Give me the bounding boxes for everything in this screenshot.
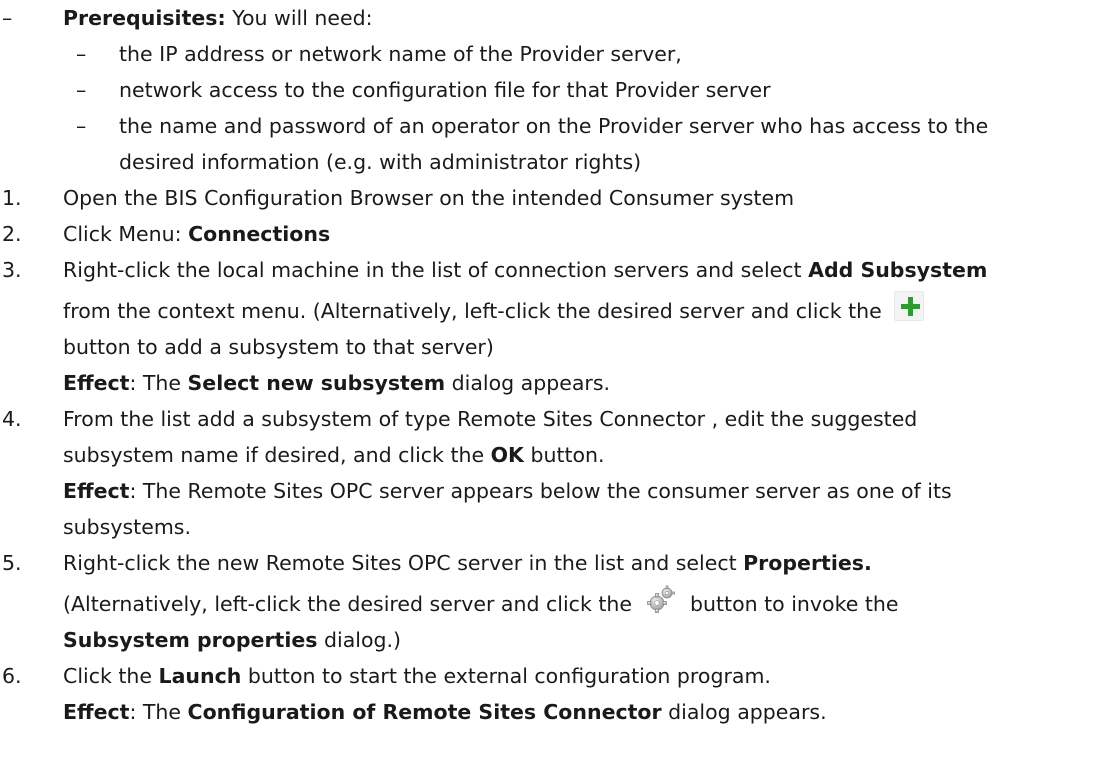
effect-text: : The Remote Sites OPC server appears be… bbox=[129, 479, 952, 503]
step-number: 2. bbox=[2, 222, 22, 246]
step-number: 6. bbox=[2, 664, 22, 688]
dialog-name: Configuration of Remote Sites Connector bbox=[187, 700, 662, 724]
properties-label: Properties. bbox=[743, 551, 872, 575]
step-text: subsystem name if desired, and click the bbox=[63, 443, 491, 467]
step-text: (Alternatively, left-click the desired s… bbox=[63, 592, 632, 616]
dialog-name: Subsystem properties bbox=[63, 628, 318, 652]
ok-label: OK bbox=[490, 443, 524, 467]
menu-connections: Connections bbox=[188, 222, 331, 246]
effect-label: Effect bbox=[63, 700, 130, 724]
step-text: Click Menu: bbox=[63, 222, 189, 246]
step-number: 5. bbox=[2, 551, 22, 575]
prerequisite-text: desired information (e.g. with administr… bbox=[119, 150, 642, 174]
gear-icon bbox=[646, 584, 676, 614]
prerequisite-text: the IP address or network name of the Pr… bbox=[119, 42, 682, 66]
step-number: 4. bbox=[2, 407, 22, 431]
effect-label: Effect bbox=[63, 371, 130, 395]
prerequisites-label: Prerequisites: bbox=[63, 6, 226, 30]
list-marker: – bbox=[76, 78, 87, 102]
effect-label: Effect bbox=[63, 479, 130, 503]
list-marker: – bbox=[76, 42, 87, 66]
launch-label: Launch bbox=[158, 664, 242, 688]
document-page: – Prerequisites: You will need: – the IP… bbox=[0, 0, 1110, 763]
list-marker: – bbox=[2, 6, 13, 30]
step-number: 3. bbox=[2, 258, 22, 282]
list-marker: – bbox=[76, 114, 87, 138]
prerequisite-text: network access to the configuration file… bbox=[119, 78, 771, 102]
add-subsystem-label: Add Subsystem bbox=[808, 258, 988, 282]
step-text: Right-click the new Remote Sites OPC ser… bbox=[63, 551, 744, 575]
step-text: Right-click the local machine in the lis… bbox=[63, 258, 809, 282]
step-text: Open the BIS Configuration Browser on th… bbox=[63, 186, 795, 210]
step-number: 1. bbox=[2, 186, 22, 210]
step-text: subsystems. bbox=[63, 515, 191, 539]
prerequisite-text: the name and password of an operator on … bbox=[119, 114, 989, 138]
plus-icon bbox=[893, 291, 924, 321]
step-text: From the list add a subsystem of type Re… bbox=[63, 407, 918, 431]
dialog-name: Select new subsystem bbox=[187, 371, 446, 395]
prerequisites-text: You will need: bbox=[225, 6, 373, 30]
step-text: button to add a subsystem to that server… bbox=[63, 335, 494, 359]
step-text: from the context menu. (Alternatively, l… bbox=[63, 299, 882, 323]
